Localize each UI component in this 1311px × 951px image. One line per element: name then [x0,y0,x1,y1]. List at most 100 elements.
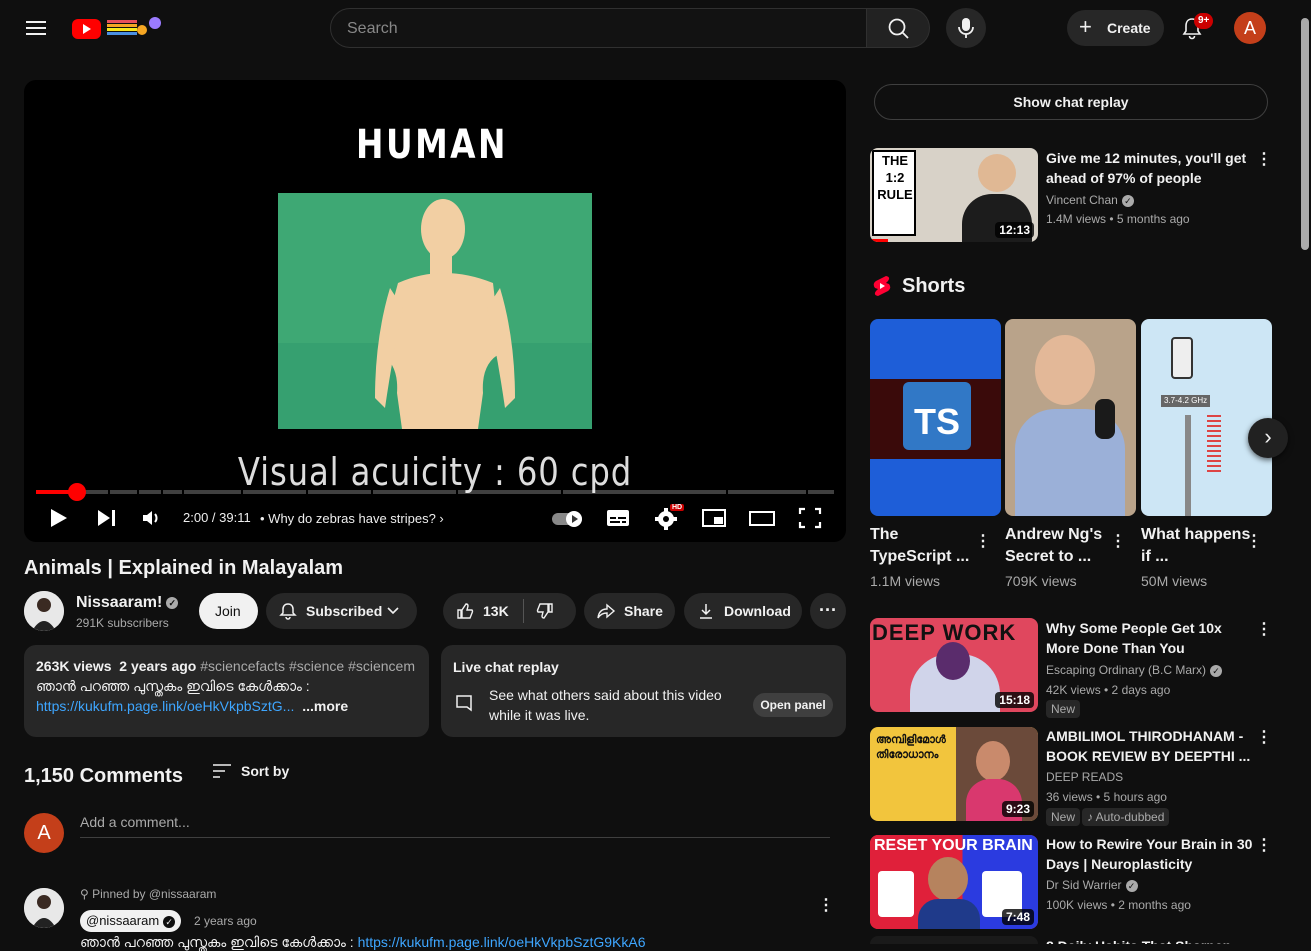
description-link[interactable]: https://kukufm.page.link/oeHkVkpbSztG... [36,698,294,714]
download-button[interactable]: Download [684,593,802,629]
chapter-marker [241,490,243,494]
channel-name[interactable]: Dr Sid Warrier [1046,878,1122,892]
fullscreen-icon[interactable] [796,504,824,532]
short-thumbnail[interactable]: TS [870,319,1001,516]
chevron-down-icon [387,607,399,615]
related-video-menu-button[interactable] [1254,150,1274,170]
related-video-thumbnail[interactable] [870,936,1038,944]
related-video-meta: 1.4M views • 5 months ago [1046,212,1190,226]
create-button[interactable]: + Create [1067,10,1164,46]
autoplay-toggle[interactable] [550,504,586,532]
related-video-thumbnail[interactable]: RESET YOUR BRAIN 7:48 [870,835,1038,929]
join-label: Join [215,603,241,619]
play-button[interactable] [46,504,72,532]
auto-dubbed-badge: ♪ Auto-dubbed [1082,808,1170,826]
verified-icon: ✓ [166,596,179,609]
like-button[interactable]: 13K [443,593,523,629]
short-menu-button[interactable] [1244,532,1264,552]
video-duration: 15:18 [995,692,1034,708]
top-bar: + Create 9+ A [0,0,1311,56]
menu-icon-line [26,27,46,29]
chapter-title: Why do zebras have stripes? [268,511,436,526]
short-thumbnail[interactable]: 3.7-4.2 GHz [1141,319,1272,516]
youtube-logo[interactable] [72,16,166,40]
search-box [330,8,867,48]
channel-name[interactable]: Escaping Ordinary (B.C Marx) [1046,663,1206,677]
share-button[interactable]: Share [584,593,675,629]
channel-name[interactable]: Vincent Chan [1046,193,1118,207]
account-avatar-button[interactable]: A [1234,12,1266,44]
related-video-channel: Dr Sid Warrier ✓ [1046,878,1138,892]
comment-menu-button[interactable] [816,896,836,916]
subscribed-button[interactable]: Subscribed [266,593,417,629]
my-avatar: A [24,813,64,853]
short-title[interactable]: The TypeScript ... [870,524,980,568]
dubbing-icon: ♪ [1087,810,1096,824]
subscriber-count: 291K subscribers [76,616,169,630]
next-video-button[interactable] [94,504,120,532]
video-duration: 7:48 [1001,909,1034,925]
add-comment-input[interactable]: Add a comment... [80,814,830,838]
related-video-title[interactable]: Give me 12 minutes, you'll get ahead of … [1046,148,1256,188]
related-video-title[interactable]: How to Rewire Your Brain in 30 Days | Ne… [1046,834,1256,874]
short-menu-button[interactable] [1108,532,1128,552]
hashtags[interactable]: #sciencefacts #science #sciencem [200,658,415,674]
related-video-channel[interactable]: DEEP READS [1046,770,1123,784]
pinned-label: Pinned by @nissaaram [92,887,217,901]
short-title[interactable]: What happens if ... [1141,524,1251,568]
related-video-thumbnail[interactable]: അമ്പിളിമോൾ തിരോധാനം 9:23 [870,727,1038,821]
channel-avatar[interactable] [24,591,64,631]
miniplayer-icon[interactable] [700,504,728,532]
related-video-menu-button[interactable] [1254,836,1274,856]
search-button[interactable] [866,8,930,48]
show-more-link[interactable]: ...more [302,698,348,714]
search-input[interactable] [347,18,847,40]
volume-icon[interactable] [138,504,164,532]
sort-icon [213,764,231,778]
chapter-marker [806,490,808,494]
comment-link[interactable]: https://kukufm.page.link/oeHkVkpbSztG9Kk… [358,934,646,950]
short-title[interactable]: Andrew Ng's Secret to ... [1005,524,1115,568]
verified-icon: ✓ [1121,194,1134,207]
notification-count-badge: 9+ [1194,13,1214,29]
progress-scrubber[interactable] [68,483,86,501]
related-video-title[interactable]: AMBILIMOL THIRODHANAM - BOOK REVIEW BY D… [1046,726,1256,766]
show-chat-replay-button[interactable]: Show chat replay [874,84,1268,120]
menu-icon [26,21,46,23]
shorts-icon [873,276,891,296]
video-player[interactable]: HUMAN Visual acuicity : 60 cpd 2:00 / 39… [24,80,846,542]
related-video-menu-button[interactable] [1254,728,1274,748]
progress-bar[interactable] [36,483,834,501]
subscribed-label: Subscribed [306,603,383,619]
short-menu-button[interactable] [973,532,993,552]
dislike-button[interactable] [525,593,576,629]
related-video-menu-button[interactable] [1254,620,1274,640]
channel-name-row[interactable]: Nissaaram! ✓ [76,594,179,612]
new-badge: New [1046,808,1081,826]
subtitles-icon[interactable] [604,504,632,532]
related-video-title[interactable]: Why Some People Get 10x More Done Than Y… [1046,618,1256,658]
verified-icon: ✓ [1125,879,1138,892]
related-video-thumbnail[interactable]: DEEP WORK 15:18 [870,618,1038,712]
page-scrollbar[interactable] [1298,0,1311,944]
description-box[interactable]: 263K views 2 years ago #sciencefacts #sc… [24,645,429,737]
related-video-title[interactable]: 8 Daily Habits That Sharpen... [1046,936,1256,944]
comment-author-avatar[interactable] [24,888,64,928]
related-video-thumbnail[interactable]: THE 1:2 RULE 12:13 [870,148,1038,242]
microphone-icon [958,18,974,38]
menu-icon-line [26,33,46,35]
open-panel-button[interactable]: Open panel [753,693,833,717]
time-display: 2:00 / 39:11 [183,510,251,525]
theater-mode-icon[interactable] [748,504,776,532]
short-thumbnail[interactable] [1005,319,1136,516]
typescript-logo: TS [903,382,971,450]
shorts-next-button[interactable]: › [1248,418,1288,458]
join-button[interactable]: Join [199,593,258,629]
more-actions-button[interactable]: ··· [810,593,846,629]
chapter-title-button[interactable]: • Why do zebras have stripes? › [260,511,444,526]
hamburger-menu-button[interactable] [18,10,54,46]
voice-search-button[interactable] [946,8,986,48]
comment-author-chip[interactable]: @nissaaram ✓ [80,910,182,932]
scrollbar-thumb[interactable] [1301,18,1309,250]
plus-icon: + [1079,14,1092,39]
